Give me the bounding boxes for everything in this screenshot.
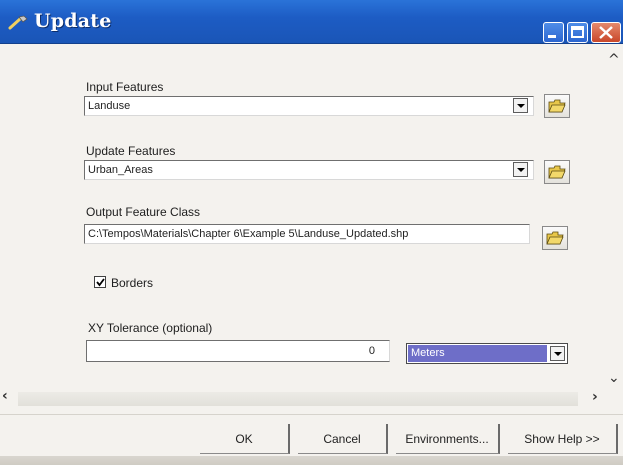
borders-checkbox[interactable] <box>94 276 106 288</box>
input-features-dropdown-button[interactable] <box>513 98 528 113</box>
chevron-down-icon <box>517 104 525 108</box>
title-bar[interactable]: Update <box>0 0 623 44</box>
window-title: Update <box>34 10 112 32</box>
xy-tolerance-units-value: Meters <box>408 345 547 362</box>
output-feature-class-input[interactable]: C:\Tempos\Materials\Chapter 6\Example 5\… <box>84 224 530 244</box>
output-feature-class-browse-button[interactable] <box>542 226 568 250</box>
check-icon <box>96 278 105 287</box>
input-features-browse-button[interactable] <box>544 94 570 118</box>
update-features-browse-button[interactable] <box>544 160 570 184</box>
chevron-down-icon <box>517 168 525 172</box>
minimize-icon <box>548 35 556 38</box>
output-feature-class-value: C:\Tempos\Materials\Chapter 6\Example 5\… <box>88 228 409 240</box>
scroll-up-icon[interactable]: ^ <box>608 52 620 68</box>
update-features-label: Update Features <box>86 144 176 158</box>
xy-tolerance-label: XY Tolerance (optional) <box>88 321 213 335</box>
minimize-button[interactable] <box>543 22 564 43</box>
button-bar-divider <box>0 414 623 415</box>
xy-tolerance-units-dropdown-button[interactable] <box>550 346 565 361</box>
cancel-button[interactable]: Cancel <box>298 424 388 454</box>
show-help-button[interactable]: Show Help >> <box>508 424 618 454</box>
close-icon <box>599 26 613 39</box>
scroll-left-icon[interactable]: ‹ <box>2 388 8 404</box>
vertical-scrollbar[interactable]: ^ ⌄ <box>603 44 623 404</box>
ok-button[interactable]: OK <box>200 424 290 454</box>
close-button[interactable] <box>591 22 621 43</box>
update-features-dropdown-button[interactable] <box>513 162 528 177</box>
open-folder-icon <box>548 165 566 179</box>
input-features-value: Landuse <box>88 100 131 112</box>
output-feature-class-label: Output Feature Class <box>86 205 201 219</box>
xy-tolerance-input[interactable]: 0 <box>86 340 390 362</box>
xy-tolerance-value: 0 <box>368 345 375 357</box>
tool-wrench-icon <box>8 14 30 30</box>
dialog-content: Input Features Landuse Update Features U… <box>0 44 623 465</box>
horizontal-scrollbar[interactable]: ‹ › <box>0 384 623 412</box>
update-features-combobox[interactable]: Urban_Areas <box>84 160 534 180</box>
borders-label: Borders <box>111 276 154 290</box>
update-features-value: Urban_Areas <box>88 164 153 176</box>
chevron-down-icon <box>554 352 562 356</box>
open-folder-icon <box>546 231 564 245</box>
update-dialog: Update Input Features Landuse Update Fea… <box>0 0 623 465</box>
maximize-icon <box>571 26 584 38</box>
xy-tolerance-units-select[interactable]: Meters <box>406 343 568 364</box>
horizontal-scroll-track[interactable] <box>18 392 578 406</box>
dialog-bottom-border <box>0 456 623 465</box>
maximize-button[interactable] <box>567 22 588 43</box>
environments-button[interactable]: Environments... <box>396 424 500 454</box>
scroll-right-icon[interactable]: › <box>592 389 598 405</box>
open-folder-icon <box>548 99 566 113</box>
input-features-label: Input Features <box>86 80 164 94</box>
input-features-combobox[interactable]: Landuse <box>84 96 534 116</box>
